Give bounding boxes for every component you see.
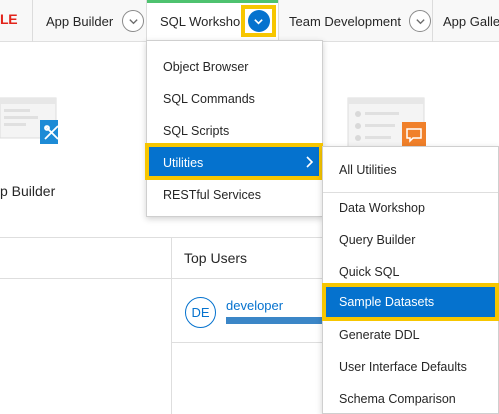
team-development-illustration[interactable] <box>318 96 426 152</box>
tab-app-gallery[interactable]: App Gallery <box>443 0 499 42</box>
chevron-down-icon[interactable] <box>409 10 431 32</box>
menu-item-sql-commands[interactable]: SQL Commands <box>147 83 322 115</box>
menu-item-schema-comparison[interactable]: Schema Comparison <box>323 383 498 414</box>
menu-item-label: RESTful Services <box>163 188 261 202</box>
nav-divider <box>432 0 433 42</box>
chevron-down-icon[interactable] <box>122 10 145 32</box>
utilities-submenu: All Utilities Data Workshop Query Builde… <box>322 146 499 414</box>
user-activity-bar-fill <box>226 317 324 324</box>
menu-item-restful-services[interactable]: RESTful Services <box>147 179 322 211</box>
menu-item-label: Query Builder <box>339 233 416 247</box>
menu-item-sample-datasets[interactable]: Sample Datasets <box>323 286 498 318</box>
menu-item-utilities[interactable]: Utilities <box>147 147 322 179</box>
menu-item-all-utilities[interactable]: All Utilities <box>323 154 498 186</box>
menu-item-sql-scripts[interactable]: SQL Scripts <box>147 115 322 147</box>
user-activity-bar <box>226 317 324 324</box>
menu-item-label: Utilities <box>163 156 204 170</box>
menu-item-quick-sql[interactable]: Quick SQL <box>323 256 498 288</box>
menu-item-label: Quick SQL <box>339 265 400 279</box>
avatar: DE <box>185 297 216 328</box>
chevron-down-icon[interactable] <box>247 10 270 32</box>
menu-item-label: Schema Comparison <box>339 392 456 406</box>
top-navigation-bar: LE App Builder SQL Workshop Team Develop… <box>0 0 499 42</box>
menu-item-object-browser[interactable]: Object Browser <box>147 51 322 83</box>
menu-item-label: Data Workshop <box>339 201 425 215</box>
menu-item-label: User Interface Defaults <box>339 360 467 374</box>
tab-app-builder[interactable]: App Builder <box>46 0 145 42</box>
menu-item-label: Generate DDL <box>339 328 420 342</box>
menu-item-label: SQL Scripts <box>163 124 230 138</box>
nav-divider <box>32 0 33 42</box>
menu-item-label: Sample Datasets <box>339 295 435 309</box>
tab-app-gallery-label: App Gallery <box>443 13 499 29</box>
menu-item-data-workshop[interactable]: Data Workshop <box>323 192 498 224</box>
tab-app-builder-label: App Builder <box>46 13 114 29</box>
top-user-link[interactable]: developer <box>226 298 283 313</box>
menu-item-label: All Utilities <box>339 163 397 177</box>
app-builder-caption[interactable]: p Builder <box>0 183 55 199</box>
tab-team-development[interactable]: Team Development <box>289 0 431 42</box>
active-tab-indicator <box>147 0 278 3</box>
nav-divider <box>278 0 279 42</box>
app-builder-illustration[interactable] <box>0 96 58 148</box>
column-divider <box>171 237 172 414</box>
chevron-right-icon <box>306 156 314 168</box>
menu-item-user-interface-defaults[interactable]: User Interface Defaults <box>323 351 498 383</box>
sql-workshop-menu: Object Browser SQL Commands SQL Scripts … <box>146 40 323 217</box>
menu-item-query-builder[interactable]: Query Builder <box>323 224 498 256</box>
sql-workshop-menu-toggle[interactable] <box>241 5 276 37</box>
menu-item-label: Object Browser <box>163 60 249 74</box>
tab-team-development-label: Team Development <box>289 13 401 29</box>
tab-sql-workshop-label: SQL Workshop <box>160 13 248 29</box>
menu-item-generate-ddl[interactable]: Generate DDL <box>323 319 498 351</box>
oracle-logo[interactable]: LE <box>0 11 18 27</box>
top-users-title: Top Users <box>184 250 248 266</box>
menu-item-label: SQL Commands <box>163 92 255 106</box>
